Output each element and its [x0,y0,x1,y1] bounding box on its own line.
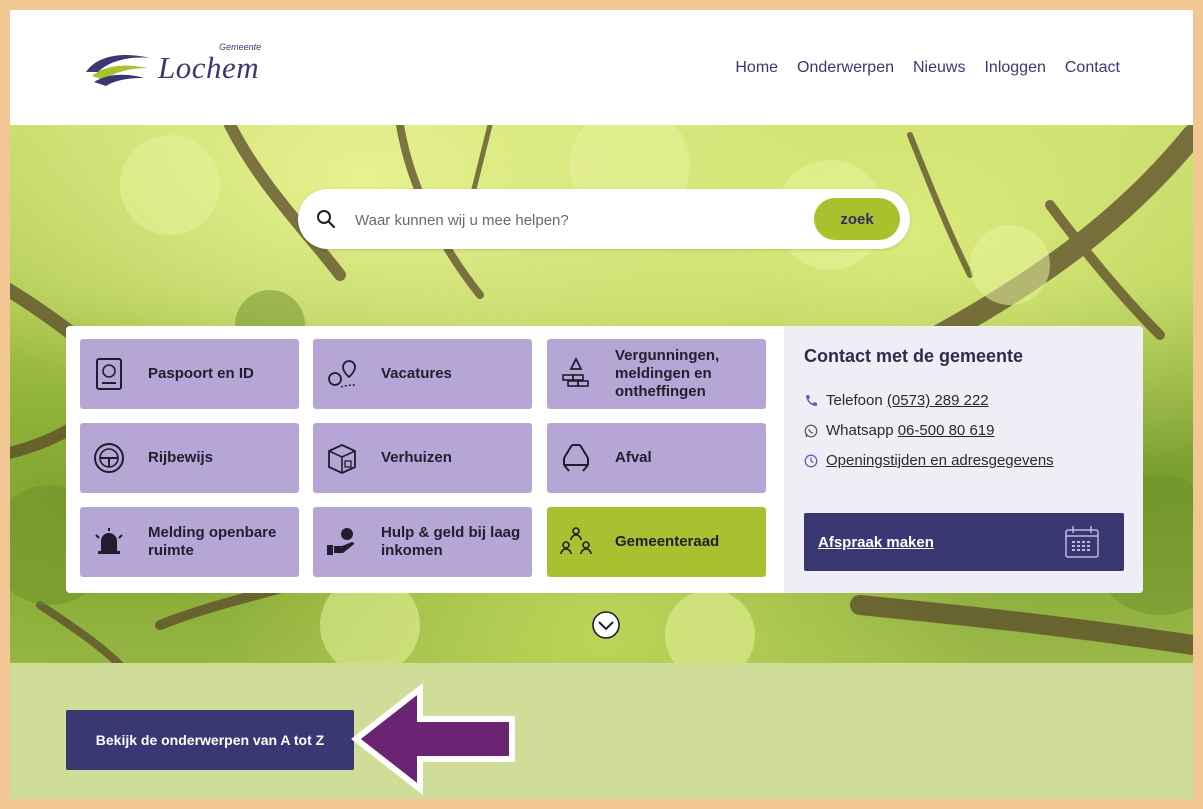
phone-link[interactable]: (0573) 289 222 [887,392,989,409]
moving-box-icon [328,444,356,474]
az-topics-button[interactable]: Bekijk de onderwerpen van A tot Z [66,710,354,770]
tile-label: Verhuizen [381,449,452,466]
nav-inloggen[interactable]: Inloggen [984,59,1045,77]
nav-nieuws[interactable]: Nieuws [913,59,965,77]
quick-links-panel: Paspoort en ID Vacatures Vergunningen, m… [66,326,1143,593]
main-nav: Home Onderwerpen Nieuws Inloggen Contact [735,59,1120,77]
phone-icon [806,394,817,406]
passport-icon [96,358,122,390]
search-input[interactable] [353,205,797,235]
tile-hulp-geld[interactable]: Hulp & geld bij laag inkomen [313,507,532,577]
tile-label: Rijbewijs [148,449,214,466]
phone-label: Telefoon [826,392,883,409]
nav-home[interactable]: Home [735,59,778,77]
whatsapp-icon [804,424,818,437]
tile-label: Afval [615,449,652,466]
whatsapp-label: Whatsapp [826,422,894,439]
hero-banner: zoek Paspoort en ID Vacatures [10,125,1193,663]
tile-label: Vergunningen, meldingen en ontheffingen [615,347,720,400]
az-section: Bekijk de onderwerpen van A tot Z [10,663,1193,799]
tile-vergunningen[interactable]: Vergunningen, meldingen en ontheffingen [547,339,766,409]
tile-label: Paspoort en ID [148,365,254,382]
tile-label: Vacatures [381,365,452,382]
calendar-icon [1065,526,1099,558]
recycle-icon [563,444,589,472]
contact-hours: Openingstijden en adresgegevens [804,452,1054,469]
search-button[interactable]: zoek [814,198,900,240]
tile-vacatures[interactable]: Vacatures [313,339,532,409]
logo-wordmark: Lochem [158,50,260,85]
steering-wheel-icon [94,443,124,473]
contact-whatsapp: Whatsapp 06-500 80 619 [804,422,994,439]
contact-phone: Telefoon (0573) 289 222 [804,392,989,409]
tile-afval[interactable]: Afval [547,423,766,493]
clock-icon [804,454,818,467]
tile-rijbewijs[interactable]: Rijbewijs [80,423,299,493]
opening-hours-link[interactable]: Openingstijden en adresgegevens [826,452,1054,469]
nav-onderwerpen[interactable]: Onderwerpen [797,59,894,77]
page-frame: Gemeente Lochem Home Onderwerpen Nieuws … [10,10,1193,799]
tile-label: Melding openbare ruimte [148,524,277,559]
tile-melding-openbare-ruimte[interactable]: Melding openbare ruimte [80,507,299,577]
pointing-arrow-icon [351,683,515,795]
tile-paspoort-id[interactable]: Paspoort en ID [80,339,299,409]
search-bar: zoek [298,189,910,249]
logo[interactable]: Gemeente Lochem [82,42,261,86]
site-header: Gemeente Lochem Home Onderwerpen Nieuws … [10,10,1193,125]
alarm-bell-icon [95,528,123,554]
construction-icon [562,357,589,387]
tile-label: Gemeenteraad [615,533,720,550]
money-hand-icon [327,528,355,555]
lochem-logo-icon [86,54,150,86]
nav-contact[interactable]: Contact [1065,59,1120,77]
contact-title: Contact met de gemeente [804,346,1024,366]
council-people-icon [560,527,592,555]
tile-gemeenteraad[interactable]: Gemeenteraad [547,507,766,577]
logo-small-text: Gemeente [219,42,262,52]
whatsapp-link[interactable]: 06-500 80 619 [898,422,995,439]
search-icon [317,210,336,229]
tile-label: Hulp & geld bij laag inkomen [381,524,521,559]
tile-verhuizen[interactable]: Verhuizen [313,423,532,493]
appointment-label: Afspraak maken [818,533,934,551]
location-person-icon [328,360,356,388]
scroll-down-chevron-icon[interactable] [591,610,621,640]
appointment-button[interactable]: Afspraak maken [804,513,1124,571]
contact-box: Contact met de gemeente Telefoon (0573) … [784,326,1143,593]
